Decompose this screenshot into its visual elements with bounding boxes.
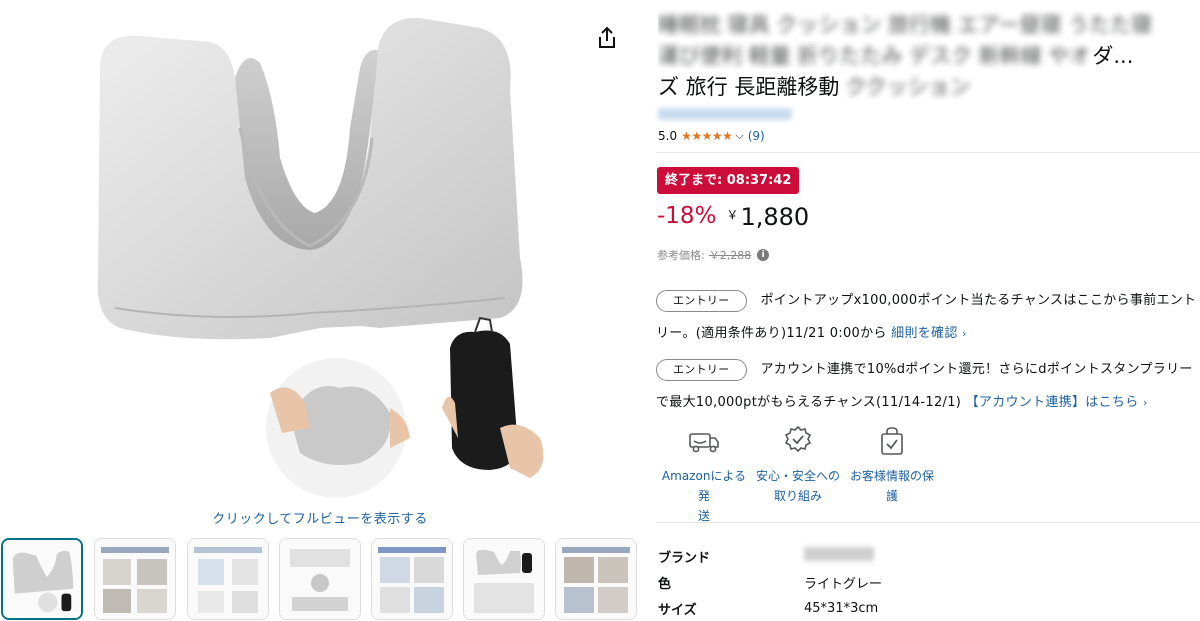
thumbnail-1[interactable] — [1, 538, 83, 620]
currency-symbol: ￥ — [726, 208, 739, 222]
product-info: 睡眠枕 寝具 クッション 旅行機 エアー昼寝 うたた寝 運び便利 軽量 折りたた… — [656, 0, 1200, 621]
divider — [656, 522, 1200, 523]
chevron-down-icon[interactable]: ⌵ — [735, 129, 743, 143]
thumbnail-2[interactable] — [94, 538, 176, 620]
thumbnail-4[interactable] — [279, 538, 361, 620]
thumbnail-3[interactable] — [187, 538, 269, 620]
spec-value: 45*31*3cm — [804, 600, 879, 616]
spec-row-size: サイズ 45*31*3cm — [658, 595, 1198, 621]
feature-label: 取り組み — [773, 489, 822, 503]
deal-timer-badge: 終了まで: 08:37:42 — [657, 167, 800, 194]
promo-entry-1: エントリー ポイントアップx100,000ポイント当たるチャンスはここから事前エン… — [656, 284, 1200, 350]
rating-row: 5.0 ★★★★★ ⌵ (9) — [658, 129, 765, 143]
title-line-2: 運び便利 軽量 折りたたみ デスク 新幹線 やオ ダ... — [658, 44, 1134, 68]
review-count-link[interactable]: (9) — [748, 129, 765, 143]
reference-price-row: 参考価格: ￥2,288 i — [657, 247, 770, 263]
spec-key: ブランド — [658, 550, 711, 566]
feature-label: 安心・安全への — [755, 469, 840, 483]
share-icon[interactable] — [596, 26, 618, 50]
fullview-link[interactable]: クリックしてフルビューを表示する — [0, 508, 640, 527]
promo-details-link[interactable]: 細則を確認 › — [891, 326, 967, 341]
product-title: 睡眠枕 寝具 クッション 旅行機 エアー昼寝 うたた寝 運び便利 軽量 折りたた… — [658, 10, 1198, 103]
title-line-3: ズ 旅行 長距離移動 ククッション — [658, 75, 971, 99]
thumbnail-strip — [0, 538, 640, 621]
rating-value: 5.0 — [658, 129, 678, 143]
account-link[interactable]: 【アカウント連携】はこちら › — [966, 395, 1148, 410]
spec-row-color: 色 ライトグレー — [658, 569, 1198, 595]
trust-features: Amazonによる発 送 安心・安全への 取り組み お客様情報の保 護 — [656, 424, 1200, 523]
info-icon[interactable]: i — [757, 249, 770, 261]
feature-amazon-shipping[interactable]: Amazonによる発 送 — [656, 424, 752, 526]
feature-safety[interactable]: 安心・安全への 取り組み — [750, 424, 846, 506]
reference-price-label: 参考価格: — [657, 249, 705, 262]
spec-value-brand[interactable] — [804, 547, 874, 565]
star-rating-icon[interactable]: ★★★★★ — [681, 129, 733, 143]
thumbnail-5[interactable] — [371, 538, 453, 620]
secure-bag-icon — [881, 427, 903, 455]
brand-store-link[interactable] — [658, 108, 792, 120]
spec-key: 色 — [658, 576, 672, 592]
entry-button[interactable]: エントリー — [656, 289, 747, 312]
price-row: -18% ￥ 1,880 — [657, 203, 809, 231]
product-main-image[interactable] — [60, 8, 560, 508]
promo-entry-2: エントリー アカウント連携で10%dポイント還元！さらにdポイントスタンプラリーで… — [656, 353, 1200, 419]
feature-label: 送 — [697, 509, 710, 523]
feature-label: Amazonによる発 — [661, 469, 747, 503]
discount-percent: -18% — [657, 203, 717, 229]
spec-value: ライトグレー — [804, 576, 883, 592]
delivery-truck-icon — [689, 433, 719, 453]
spec-key: サイズ — [658, 602, 697, 618]
thumbnail-7[interactable] — [555, 538, 637, 620]
spec-row-brand: ブランド — [658, 543, 1198, 569]
entry-button[interactable]: エントリー — [656, 358, 747, 381]
feature-privacy[interactable]: お客様情報の保 護 — [844, 424, 940, 506]
spec-table: ブランド 色 ライトグレー サイズ 45*31*3cm — [658, 543, 1198, 621]
safety-badge-icon — [784, 425, 812, 453]
feature-label: お客様情報の保 — [849, 469, 934, 483]
title-line-1: 睡眠枕 寝具 クッション 旅行機 エアー昼寝 うたた寝 — [658, 13, 1153, 37]
price-value: 1,880 — [740, 203, 810, 231]
thumbnail-6[interactable] — [463, 538, 545, 620]
feature-label: 護 — [885, 489, 898, 503]
divider — [656, 152, 1200, 153]
reference-price: ￥2,288 — [708, 249, 752, 262]
image-gallery: クリックしてフルビューを表示する — [0, 0, 640, 621]
